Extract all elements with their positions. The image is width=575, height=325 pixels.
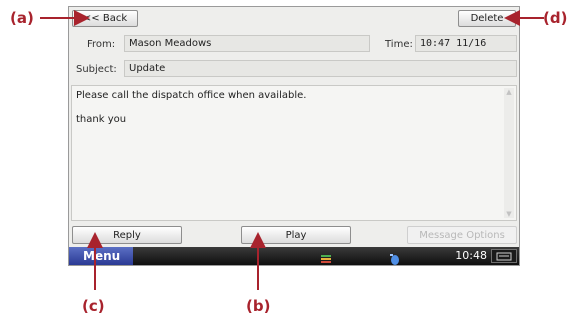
callout-arrows [40,10,544,290]
callout-c: (c) [82,297,105,315]
callout-d: (d) [543,9,568,27]
callout-b: (b) [246,297,271,315]
callout-a: (a) [10,9,34,27]
